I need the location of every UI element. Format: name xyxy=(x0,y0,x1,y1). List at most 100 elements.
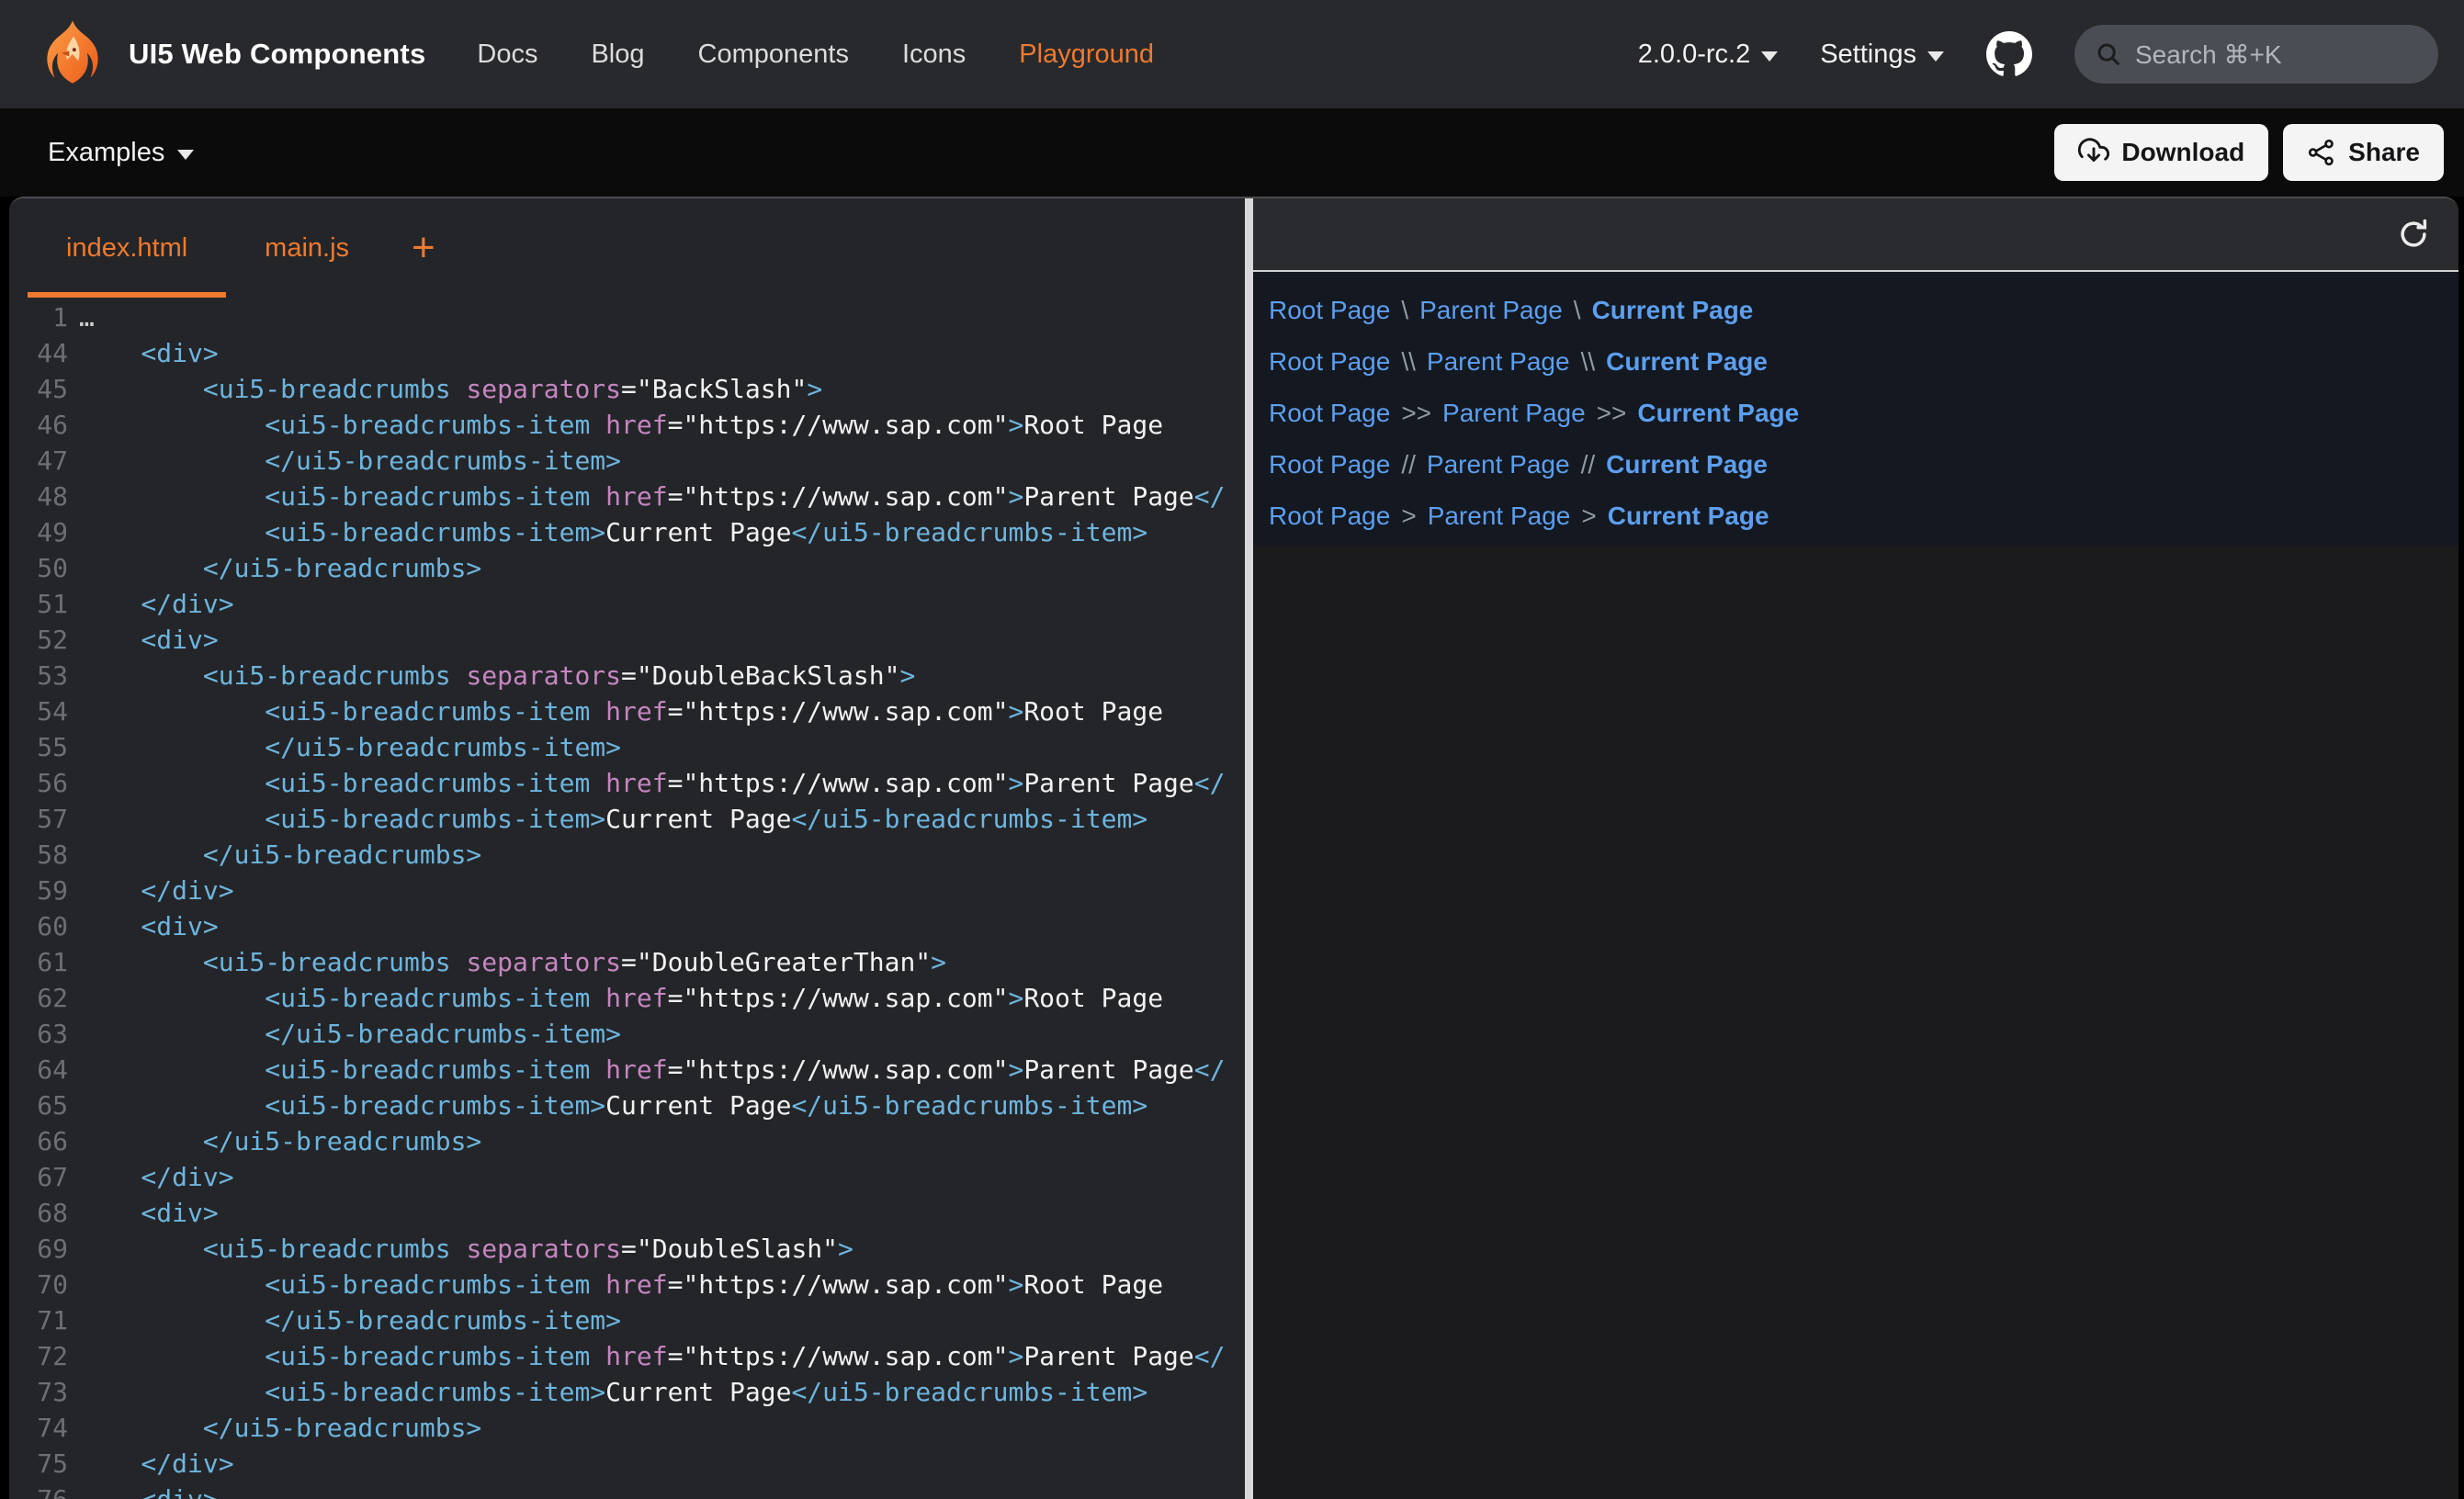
code-line: 72 <ui5-breadcrumbs-item href="https://w… xyxy=(9,1338,1245,1374)
examples-dropdown[interactable]: Examples xyxy=(48,138,194,168)
code-editor[interactable]: 1…44 <div>45 <ui5-breadcrumbs separators… xyxy=(9,298,1245,1499)
line-number: 62 xyxy=(9,983,68,1013)
pane-resize-divider[interactable] xyxy=(1245,198,1253,1499)
breadcrumb-link[interactable]: Parent Page xyxy=(1419,296,1563,325)
breadcrumb-link[interactable]: Root Page xyxy=(1269,450,1390,479)
code-text: <ui5-breadcrumbs-item>Current Page</ui5-… xyxy=(68,1377,1147,1407)
line-number: 48 xyxy=(9,481,68,512)
line-number: 57 xyxy=(9,804,68,834)
examples-toolbar: Examples Download Share xyxy=(0,108,2464,197)
line-number: 74 xyxy=(9,1413,68,1443)
share-button[interactable]: Share xyxy=(2283,124,2444,181)
line-number: 52 xyxy=(9,625,68,655)
code-text: <ui5-breadcrumbs-item>Current Page</ui5-… xyxy=(68,1090,1147,1121)
code-line: 48 <ui5-breadcrumbs-item href="https://w… xyxy=(9,479,1245,514)
download-cloud-icon xyxy=(2078,137,2109,168)
breadcrumb-separator: >> xyxy=(1401,399,1431,428)
code-text: <ui5-breadcrumbs-item>Current Page</ui5-… xyxy=(68,517,1147,547)
code-text: <div> xyxy=(68,338,219,368)
breadcrumb-link[interactable]: Root Page xyxy=(1269,296,1390,325)
settings-dropdown[interactable]: Settings xyxy=(1820,39,1944,70)
breadcrumb-separator: \\ xyxy=(1401,347,1416,377)
code-text: <ui5-breadcrumbs-item href="https://www.… xyxy=(68,481,1225,512)
code-text: <ui5-breadcrumbs separators="DoubleSlash… xyxy=(68,1234,853,1264)
nav-item-icons[interactable]: Icons xyxy=(902,39,966,70)
breadcrumb-row: Root Page \\ Parent Page \\ Current Page xyxy=(1269,336,2458,388)
breadcrumb-link[interactable]: Root Page xyxy=(1269,399,1390,428)
code-line: 65 <ui5-breadcrumbs-item>Current Page</u… xyxy=(9,1088,1245,1123)
ui5-phoenix-logo[interactable] xyxy=(37,18,108,90)
github-icon[interactable] xyxy=(1986,31,2032,77)
breadcrumb-link[interactable]: Root Page xyxy=(1269,502,1390,531)
code-text: </ui5-breadcrumbs> xyxy=(68,1413,481,1443)
navbar-right: 2.0.0-rc.2 Settings Search ⌘+K xyxy=(1638,25,2438,84)
preview-result-area: Root Page\Parent Page\Current PageRoot P… xyxy=(1253,272,2458,546)
breadcrumb-current-page: Current Page xyxy=(1637,399,1799,428)
code-line: 76 <div> xyxy=(9,1482,1245,1499)
code-text: </ui5-breadcrumbs> xyxy=(68,840,481,870)
breadcrumb-separator: >> xyxy=(1597,399,1627,428)
breadcrumb-link[interactable]: Parent Page xyxy=(1442,399,1586,428)
search-input[interactable]: Search ⌘+K xyxy=(2074,25,2438,84)
code-text: <div> xyxy=(68,625,219,655)
line-number: 54 xyxy=(9,696,68,727)
tab-label: main.js xyxy=(265,233,349,264)
code-text: <ui5-breadcrumbs separators="BackSlash"> xyxy=(68,374,822,404)
code-line: 51 </div> xyxy=(9,586,1245,622)
line-number: 64 xyxy=(9,1054,68,1085)
code-line: 56 <ui5-breadcrumbs-item href="https://w… xyxy=(9,765,1245,801)
breadcrumb-link[interactable]: Root Page xyxy=(1269,347,1390,377)
tab-main-js[interactable]: main.js xyxy=(226,198,388,298)
line-number: 53 xyxy=(9,660,68,691)
code-text: </ui5-breadcrumbs-item> xyxy=(68,732,621,762)
code-line: 55 </ui5-breadcrumbs-item> xyxy=(9,729,1245,765)
code-line: 46 <ui5-breadcrumbs-item href="https://w… xyxy=(9,407,1245,443)
line-number: 65 xyxy=(9,1090,68,1121)
nav-item-playground[interactable]: Playground xyxy=(1019,39,1154,70)
nav-item-components[interactable]: Components xyxy=(698,39,849,70)
line-number: 76 xyxy=(9,1484,68,1499)
breadcrumb-link[interactable]: Parent Page xyxy=(1427,347,1570,377)
code-line: 69 <ui5-breadcrumbs separators="DoubleSl… xyxy=(9,1231,1245,1267)
code-text: <div> xyxy=(68,1484,219,1499)
line-number: 69 xyxy=(9,1234,68,1264)
breadcrumb-row: Root Page >> Parent Page >> Current Page xyxy=(1269,388,2458,439)
breadcrumb-link[interactable]: Parent Page xyxy=(1427,450,1570,479)
line-number: 60 xyxy=(9,911,68,941)
breadcrumb-separator: \ xyxy=(1401,296,1408,325)
breadcrumb-current-page: Current Page xyxy=(1606,347,1768,377)
add-tab-button[interactable]: + xyxy=(388,198,459,298)
code-line: 71 </ui5-breadcrumbs-item> xyxy=(9,1302,1245,1338)
line-number: 63 xyxy=(9,1019,68,1049)
code-text: <ui5-breadcrumbs-item>Current Page</ui5-… xyxy=(68,804,1147,834)
nav-item-blog[interactable]: Blog xyxy=(591,39,644,70)
code-text: <ui5-breadcrumbs-item href="https://www.… xyxy=(68,696,1163,727)
code-text: <div> xyxy=(68,911,219,941)
toolbar-actions: Download Share xyxy=(2054,124,2444,181)
version-dropdown[interactable]: 2.0.0-rc.2 xyxy=(1638,39,1779,70)
breadcrumb-row: Root Page>Parent Page>Current Page xyxy=(1269,490,2458,542)
nav-item-docs[interactable]: Docs xyxy=(477,39,537,70)
code-text: </div> xyxy=(68,589,234,619)
code-text: <ui5-breadcrumbs separators="DoubleGreat… xyxy=(68,947,946,977)
share-label: Share xyxy=(2348,138,2420,167)
preview-toolbar xyxy=(1253,198,2458,272)
code-line: 60 <div> xyxy=(9,908,1245,944)
chevron-down-icon xyxy=(177,150,194,160)
breadcrumb-separator: \\ xyxy=(1581,347,1596,377)
breadcrumb-link[interactable]: Parent Page xyxy=(1428,502,1571,531)
code-line: 50 </ui5-breadcrumbs> xyxy=(9,550,1245,586)
line-number: 46 xyxy=(9,410,68,440)
line-number: 59 xyxy=(9,875,68,906)
download-button[interactable]: Download xyxy=(2054,124,2268,181)
refresh-icon[interactable] xyxy=(2396,217,2431,252)
code-line: 57 <ui5-breadcrumbs-item>Current Page</u… xyxy=(9,801,1245,837)
code-line: 67 </div> xyxy=(9,1159,1245,1195)
code-line: 62 <ui5-breadcrumbs-item href="https://w… xyxy=(9,980,1245,1016)
code-text: </ui5-breadcrumbs-item> xyxy=(68,445,621,476)
breadcrumb-separator: > xyxy=(1401,502,1416,531)
line-number: 51 xyxy=(9,589,68,619)
tab-index-html[interactable]: index.html xyxy=(28,198,226,298)
line-number: 49 xyxy=(9,517,68,547)
examples-label: Examples xyxy=(48,138,164,168)
